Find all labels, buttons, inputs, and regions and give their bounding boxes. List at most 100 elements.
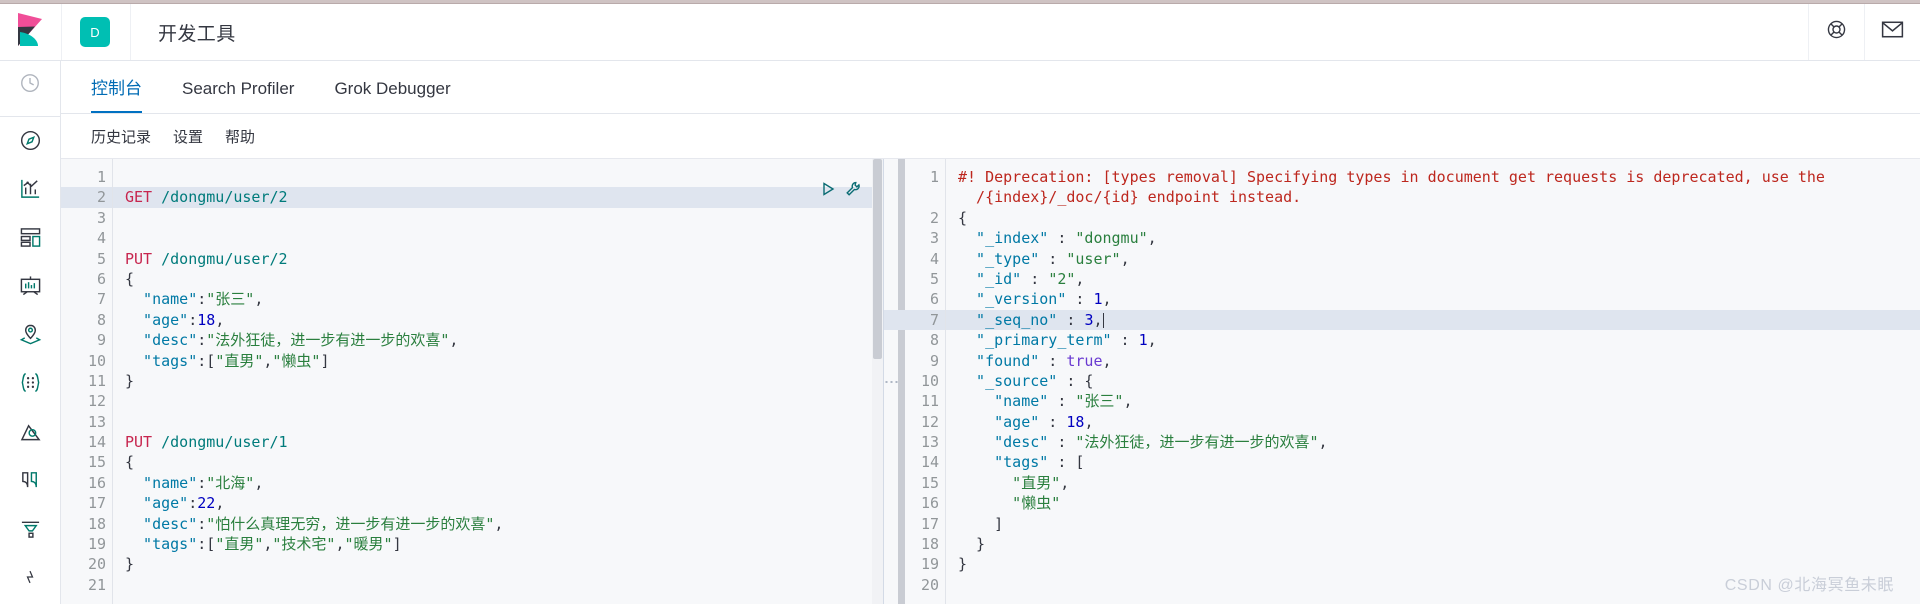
console-menu-bar: 历史记录 设置 帮助: [61, 114, 1920, 158]
code-line[interactable]: [125, 412, 883, 432]
code-line[interactable]: [125, 228, 883, 248]
code-token: :[: [197, 351, 216, 370]
tab-grok-debugger[interactable]: Grok Debugger: [334, 80, 450, 113]
code-token: /dongmu/user/1: [161, 433, 288, 452]
sidebar-item-discover[interactable]: [0, 118, 60, 167]
kibana-logo-button[interactable]: [0, 4, 62, 60]
news-feed-button[interactable]: [1864, 4, 1920, 60]
code-line[interactable]: [125, 575, 883, 595]
code-line[interactable]: "desc":"怕什么真理无穷，进一步有进一步的欢喜",: [125, 514, 883, 534]
code-line[interactable]: "直男",: [958, 473, 1920, 493]
request-editor[interactable]: GET /dongmu/user/2 PUT /dongmu/user/2{ "…: [113, 159, 883, 604]
code-line[interactable]: "_source" : {: [958, 371, 1920, 391]
wrench-options-icon[interactable]: [845, 181, 861, 202]
menu-item-settings[interactable]: 设置: [173, 126, 203, 147]
sidebar-item-uptime[interactable]: [0, 555, 60, 604]
code-line[interactable]: "_seq_no" : 3,: [946, 309, 1920, 331]
line-number: 14▾: [884, 452, 953, 472]
sidebar-item-machine-learning[interactable]: [0, 361, 60, 410]
code-line[interactable]: [125, 167, 883, 187]
code-line[interactable]: "name":"北海",: [125, 473, 883, 493]
code-line[interactable]: "found" : true,: [958, 351, 1920, 371]
code-token: "user": [1066, 249, 1121, 268]
code-line[interactable]: "_primary_term" : 1,: [958, 330, 1920, 350]
code-line[interactable]: "name" : "张三",: [958, 391, 1920, 411]
help-button[interactable]: [1808, 4, 1864, 60]
code-line[interactable]: "懒虫": [958, 493, 1920, 513]
code-line[interactable]: #! Deprecation: [types removal] Specifyi…: [958, 167, 1920, 187]
line-number: 16: [920, 494, 939, 513]
code-line[interactable]: "name":"张三",: [125, 289, 883, 309]
sidebar-item-canvas[interactable]: [0, 264, 60, 313]
code-line[interactable]: }: [958, 554, 1920, 574]
line-number: 18: [87, 514, 106, 533]
request-actions[interactable]: [820, 181, 861, 202]
code-line[interactable]: "age":22,: [125, 493, 883, 513]
code-line[interactable]: {: [958, 208, 1920, 228]
code-line[interactable]: PUT /dongmu/user/2: [125, 249, 883, 269]
code-line[interactable]: "tags":["直男","懒虫"]: [125, 351, 883, 371]
code-line[interactable]: }: [125, 371, 883, 391]
code-line[interactable]: PUT /dongmu/user/1: [125, 432, 883, 452]
code-line[interactable]: GET /dongmu/user/2: [113, 187, 883, 208]
code-line[interactable]: "_version" : 1,: [958, 289, 1920, 309]
code-token: }: [958, 535, 986, 554]
code-token: "name": [958, 392, 1049, 411]
code-token: ,: [215, 310, 225, 329]
header-actions: [1808, 4, 1920, 60]
menu-item-history[interactable]: 历史记录: [91, 126, 151, 147]
tab-console[interactable]: 控制台: [91, 80, 142, 113]
sidebar-item-recently-viewed[interactable]: [0, 61, 60, 110]
code-token: {: [125, 269, 135, 288]
code-line[interactable]: "tags" : [: [958, 452, 1920, 472]
code-line[interactable]: /{index}/_doc/{id} endpoint instead.: [958, 187, 1920, 207]
code-token: /dongmu/user/2: [161, 188, 288, 207]
code-line[interactable]: {: [125, 452, 883, 472]
tab-search-profiler[interactable]: Search Profiler: [182, 80, 294, 113]
menu-item-help[interactable]: 帮助: [225, 126, 255, 147]
sidebar-item-maps[interactable]: [0, 313, 60, 362]
sidebar-item-dashboard[interactable]: [0, 216, 60, 265]
code-token: :: [1039, 351, 1067, 370]
code-line[interactable]: "age" : 18,: [958, 412, 1920, 432]
code-line[interactable]: "_index" : "dongmu",: [958, 228, 1920, 248]
code-line[interactable]: [958, 575, 1920, 595]
space-selector[interactable]: D: [62, 4, 131, 60]
line-number: 6: [929, 290, 939, 309]
sidebar-item-logs[interactable]: [0, 458, 60, 507]
code-line[interactable]: "tags":["直男","技术宅","暖男"]: [125, 534, 883, 554]
request-scrollbar[interactable]: [872, 159, 883, 604]
global-header: D 开发工具: [0, 4, 1920, 61]
code-line[interactable]: ]: [958, 514, 1920, 534]
response-editor-pane[interactable]: 12▾345678910▾11121314▾151617▴18▴19▴20 #!…: [884, 159, 1920, 604]
line-number: 10: [87, 351, 106, 370]
code-token: /dongmu/user/2: [161, 249, 288, 268]
code-line[interactable]: [125, 208, 883, 228]
code-line[interactable]: "age":18,: [125, 310, 883, 330]
line-number: 17▴: [884, 514, 953, 534]
code-line[interactable]: "_id" : "2",: [958, 269, 1920, 289]
code-token: ,: [1120, 249, 1130, 268]
code-line[interactable]: "desc" : "法外狂徒，进一步有进一步的欢喜",: [958, 432, 1920, 452]
line-number: 17: [87, 494, 106, 513]
request-scrollbar-thumb[interactable]: [873, 159, 882, 359]
code-line[interactable]: "desc":"法外狂徒，进一步有进一步的欢喜",: [125, 330, 883, 350]
code-line[interactable]: {: [125, 269, 883, 289]
line-number: 18▴: [884, 534, 953, 554]
code-token: :: [197, 514, 207, 533]
code-line[interactable]: [125, 391, 883, 411]
code-token: "法外狂徒，进一步有进一步的欢喜": [206, 331, 450, 350]
code-line[interactable]: }: [125, 554, 883, 574]
response-editor[interactable]: #! Deprecation: [types removal] Specifyi…: [946, 159, 1920, 604]
code-line[interactable]: "_type" : "user",: [958, 249, 1920, 269]
code-token: "_type": [958, 249, 1040, 268]
sidebar-item-infrastructure[interactable]: [0, 410, 60, 459]
code-line[interactable]: }: [958, 534, 1920, 554]
sidebar-item-apm[interactable]: [0, 507, 60, 556]
line-number: 4: [96, 229, 106, 248]
drag-handle-dots-icon[interactable]: ⋮: [883, 374, 900, 389]
sidebar-item-visualize[interactable]: [0, 167, 60, 216]
request-editor-pane[interactable]: 123456▾7891011▴12131415▾1617181920▴21 GE…: [61, 159, 900, 604]
play-send-request-icon[interactable]: [820, 181, 836, 202]
line-number: 16: [87, 473, 106, 492]
